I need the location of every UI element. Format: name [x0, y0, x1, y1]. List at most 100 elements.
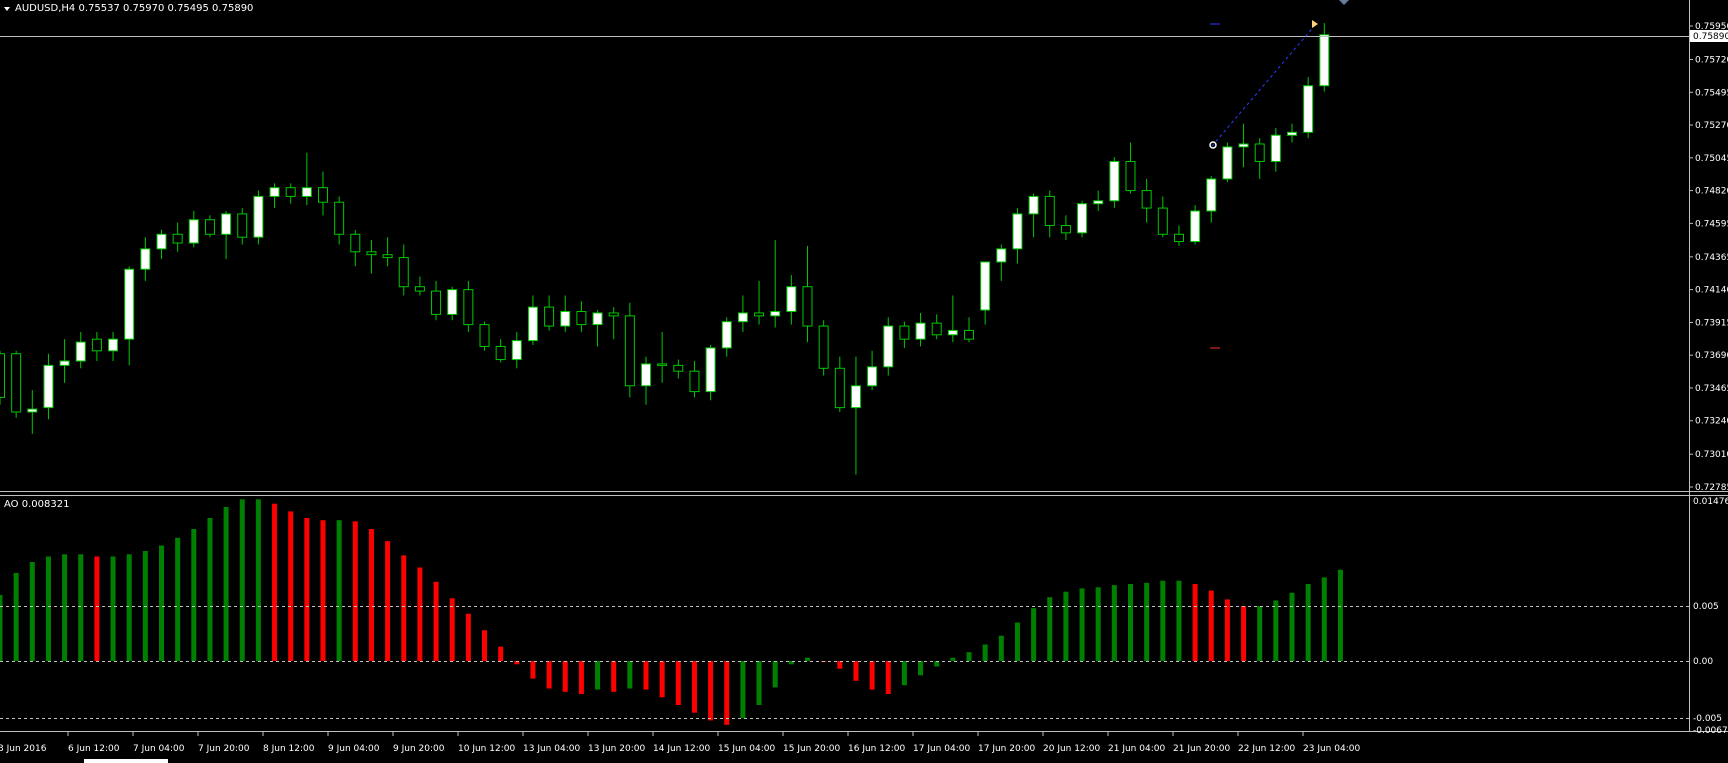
ao-bar [998, 635, 1004, 661]
candle [1012, 208, 1023, 264]
time-tick-label: 15 Jun 04:00 [718, 744, 775, 754]
ao-bar [401, 555, 407, 661]
chart-canvas[interactable]: AUDUSD,H4 0.75537 0.75970 0.75495 0.7589… [0, 0, 1728, 763]
ao-bar [0, 595, 3, 661]
ao-tick-label: -0.005 [1693, 714, 1722, 724]
candle-body [1319, 34, 1330, 87]
candle [592, 310, 603, 347]
dashed-trendline[interactable] [1211, 23, 1317, 147]
candle-body [786, 286, 797, 312]
symbol-info: AUDUSD,H4 0.75537 0.75970 0.75495 0.7589… [15, 3, 253, 14]
ao-bar [1257, 606, 1263, 661]
candle [786, 275, 797, 325]
candle-body [334, 201, 345, 235]
ao-tick-label: -0.00672 [1693, 726, 1728, 736]
candle [285, 183, 296, 204]
time-tick-label: 21 Jun 04:00 [1108, 744, 1165, 754]
ao-tick-label: 0.005 [1693, 602, 1719, 612]
candle [673, 359, 684, 379]
candle [1222, 142, 1233, 182]
candle-body [996, 248, 1007, 263]
ao-bar [627, 661, 633, 689]
ao-bar [352, 521, 358, 661]
candle-body [301, 187, 312, 197]
chart-shift-icon[interactable] [1339, 0, 1349, 5]
candle-body [1012, 213, 1023, 250]
ao-bar [1031, 608, 1037, 661]
ao-bar [1128, 584, 1133, 661]
candle [43, 353, 54, 420]
candle-body [156, 233, 167, 250]
symbol-dropdown-icon[interactable] [4, 7, 10, 11]
candle [1319, 23, 1330, 92]
candle-body [673, 364, 684, 372]
candle [414, 276, 425, 296]
candle-body [253, 195, 264, 238]
candle-body [140, 248, 151, 270]
candle-body [318, 187, 328, 203]
ao-bar [110, 556, 116, 661]
candle-body [1238, 143, 1249, 148]
candle-body [1125, 160, 1136, 192]
candle-body [818, 325, 829, 369]
candle [721, 317, 732, 357]
ao-bar [368, 529, 374, 661]
candle [883, 317, 894, 376]
candle-body [624, 315, 635, 387]
candle-body [1077, 203, 1088, 234]
candle-body [1060, 225, 1071, 234]
ao-bar [94, 556, 100, 661]
current-price-value: 0.75890 [1693, 32, 1728, 42]
candle-body [1141, 190, 1152, 209]
ao-bar [595, 661, 601, 690]
candle [1060, 215, 1071, 241]
candle-body [27, 408, 38, 413]
candle [237, 208, 248, 245]
candle [59, 339, 70, 383]
candle-body [447, 289, 458, 315]
ao-indicator-label: AO 0.008321 [4, 499, 69, 510]
ao-bar [885, 661, 891, 694]
ao-bar [498, 646, 504, 661]
candle [463, 280, 474, 332]
candle [447, 286, 458, 321]
candle [915, 312, 926, 347]
candle [204, 215, 215, 238]
time-tick-label: 16 Jun 12:00 [848, 744, 905, 754]
scrollbar-thumb[interactable] [84, 759, 168, 763]
ao-bar [1095, 587, 1101, 661]
candle-body [1157, 207, 1168, 235]
ao-bar [126, 554, 132, 661]
ao-bar [433, 581, 439, 661]
ao-bar [562, 661, 568, 692]
awesome-oscillator-histogram [0, 499, 1343, 725]
candle-body [980, 261, 991, 311]
candle-body [1028, 195, 1039, 215]
candle-body [915, 322, 926, 340]
candle [657, 331, 668, 383]
ao-bar [1289, 592, 1295, 661]
candle-body [608, 312, 619, 317]
ao-bar [756, 661, 762, 705]
ao-bar [546, 661, 552, 689]
time-axis-labels: 3 Jun 2016 6 Jun 12:00 7 Jun 04:00 7 Jun 20… [0, 732, 1360, 754]
ao-bar [1208, 590, 1214, 661]
candle-body [544, 306, 555, 327]
ao-bar [223, 507, 229, 661]
candle-body [495, 345, 506, 361]
ao-bar [1273, 600, 1279, 661]
ao-bar [1192, 584, 1198, 661]
ao-bar [691, 661, 697, 713]
candle [818, 320, 829, 376]
candle-body [705, 347, 716, 393]
candle [1206, 176, 1217, 223]
candle-body [527, 306, 538, 342]
ao-bar [1160, 580, 1166, 661]
candle [91, 331, 102, 362]
ao-bar [13, 573, 19, 661]
candle-body [737, 312, 748, 323]
candle [479, 321, 490, 351]
candle-body [754, 312, 765, 317]
time-tick-label: 13 Jun 20:00 [588, 744, 645, 754]
candle-body [204, 219, 215, 235]
